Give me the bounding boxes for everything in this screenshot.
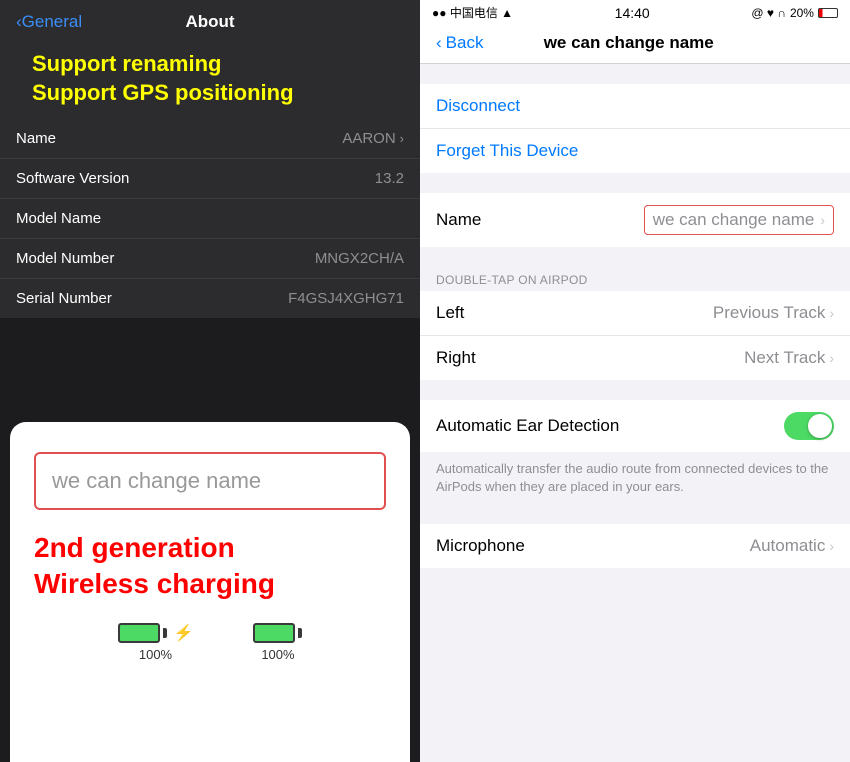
section-gap-4: [420, 380, 850, 400]
microphone-section: Microphone Automatic ›: [420, 524, 850, 568]
actions-section: Disconnect Forget This Device: [420, 84, 850, 173]
battery-icon-status: [818, 8, 838, 18]
row-serial: Serial Number F4GSJ4XGHG71: [0, 279, 420, 318]
battery-body-1: [118, 623, 160, 643]
name-section: Name we can change name ›: [420, 193, 850, 247]
microphone-value: Automatic ›: [750, 536, 834, 556]
ear-detection-row[interactable]: Automatic Ear Detection: [420, 400, 850, 452]
right-panel: ●● 中国电信 ▲ 14:40 @ ♥ ∩ 20% ‹ Back we can …: [420, 0, 850, 762]
name-input-text: we can change name: [52, 468, 261, 493]
status-icons: @ ♥ ∩: [751, 6, 786, 20]
microphone-chevron: ›: [829, 538, 834, 554]
right-back-button[interactable]: ‹ Back: [436, 33, 483, 53]
toggle-knob: [808, 414, 832, 438]
microphone-label: Microphone: [436, 536, 525, 556]
left-panel: ‹ General About Support renaming Support…: [0, 0, 420, 762]
left-tap-label: Left: [436, 303, 464, 323]
name-row-label: Name: [436, 210, 481, 230]
promo-line2: Support GPS positioning: [32, 79, 388, 108]
row-software-value: 13.2: [375, 170, 404, 187]
card-promo-line1: 2nd generation: [34, 530, 386, 566]
battery-item-1: ⚡ 100%: [118, 623, 194, 662]
ear-detection-toggle[interactable]: [784, 412, 834, 440]
card-promo-text: 2nd generation Wireless charging: [34, 530, 386, 603]
white-card: we can change name 2nd generation Wirele…: [10, 422, 410, 762]
status-time: 14:40: [615, 5, 650, 21]
right-nav-title: we can change name: [483, 33, 774, 53]
row-model-name: Model Name: [0, 199, 420, 239]
left-back-label: General: [22, 12, 82, 32]
double-tap-section: Left Previous Track › Right Next Track ›: [420, 291, 850, 380]
left-tap-row[interactable]: Left Previous Track ›: [420, 291, 850, 336]
section-gap-1: [420, 64, 850, 84]
left-nav-title: About: [185, 12, 234, 32]
left-nav-bar: ‹ General About: [16, 12, 404, 42]
name-row-value-box[interactable]: we can change name ›: [644, 205, 834, 235]
battery-tip-2: [298, 628, 302, 638]
battery-icon-1: ⚡: [118, 623, 194, 643]
section-gap-3: [420, 247, 850, 267]
row-software-label: Software Version: [16, 170, 129, 187]
ear-detection-section: Automatic Ear Detection: [420, 400, 850, 452]
forget-device-label: Forget This Device: [436, 141, 578, 161]
ear-detection-description: Automatically transfer the audio route f…: [420, 452, 850, 504]
right-tap-chevron: ›: [829, 350, 834, 366]
forget-device-row[interactable]: Forget This Device: [420, 129, 850, 173]
right-tap-value: Next Track ›: [744, 348, 834, 368]
row-model-number-label: Model Number: [16, 250, 114, 267]
battery-row: ⚡ 100% 100%: [34, 623, 386, 662]
promo-line1: Support renaming: [32, 50, 388, 79]
card-promo-line2: Wireless charging: [34, 566, 386, 602]
left-top-section: ‹ General About Support renaming Support…: [0, 0, 420, 119]
name-input-box[interactable]: we can change name: [34, 452, 386, 510]
row-serial-label: Serial Number: [16, 290, 112, 307]
battery-status: 20%: [790, 6, 814, 20]
row-serial-value: F4GSJ4XGHG71: [288, 290, 404, 307]
name-row-value-text: we can change name: [653, 210, 815, 230]
left-tap-value: Previous Track ›: [713, 303, 834, 323]
row-model-number: Model Number MNGX2CH/A: [0, 239, 420, 279]
lightning-icon-1: ⚡: [174, 623, 194, 643]
battery-icon-2: [253, 623, 302, 643]
battery-item-2: 100%: [253, 623, 302, 662]
left-back-button[interactable]: ‹ General: [16, 12, 82, 32]
row-name[interactable]: Name AARON ›: [0, 119, 420, 159]
double-tap-section-label: DOUBLE-TAP ON AIRPOD: [420, 267, 850, 291]
right-back-label: Back: [446, 33, 484, 53]
status-left: ●● 中国电信 ▲: [432, 4, 513, 21]
section-gap-2: [420, 173, 850, 193]
right-nav: ‹ Back we can change name: [420, 25, 850, 64]
left-promo: Support renaming Support GPS positioning: [16, 42, 404, 119]
battery-pct-2: 100%: [261, 647, 294, 662]
status-bar: ●● 中国电信 ▲ 14:40 @ ♥ ∩ 20%: [420, 0, 850, 25]
status-right: @ ♥ ∩ 20%: [751, 6, 838, 20]
ear-detection-label: Automatic Ear Detection: [436, 416, 619, 436]
signal-icon: ●● 中国电信 ▲: [432, 4, 513, 21]
right-tap-row[interactable]: Right Next Track ›: [420, 336, 850, 380]
microphone-row[interactable]: Microphone Automatic ›: [420, 524, 850, 568]
right-chevron-icon: ‹: [436, 33, 442, 53]
left-tap-chevron: ›: [829, 305, 834, 321]
right-tap-label: Right: [436, 348, 476, 368]
disconnect-label: Disconnect: [436, 96, 520, 116]
disconnect-row[interactable]: Disconnect: [420, 84, 850, 129]
row-model-number-value: MNGX2CH/A: [315, 250, 404, 267]
section-gap-5: [420, 504, 850, 524]
settings-list: Name AARON › Software Version 13.2 Model…: [0, 119, 420, 318]
row-model-name-label: Model Name: [16, 210, 101, 227]
name-row[interactable]: Name we can change name ›: [420, 193, 850, 247]
row-name-value: AARON ›: [342, 130, 404, 147]
battery-pct-1: 100%: [139, 647, 172, 662]
row-name-chevron: ›: [400, 131, 404, 146]
row-name-label: Name: [16, 130, 56, 147]
battery-body-2: [253, 623, 295, 643]
battery-tip-1: [163, 628, 167, 638]
row-software: Software Version 13.2: [0, 159, 420, 199]
name-row-chevron: ›: [820, 212, 825, 228]
